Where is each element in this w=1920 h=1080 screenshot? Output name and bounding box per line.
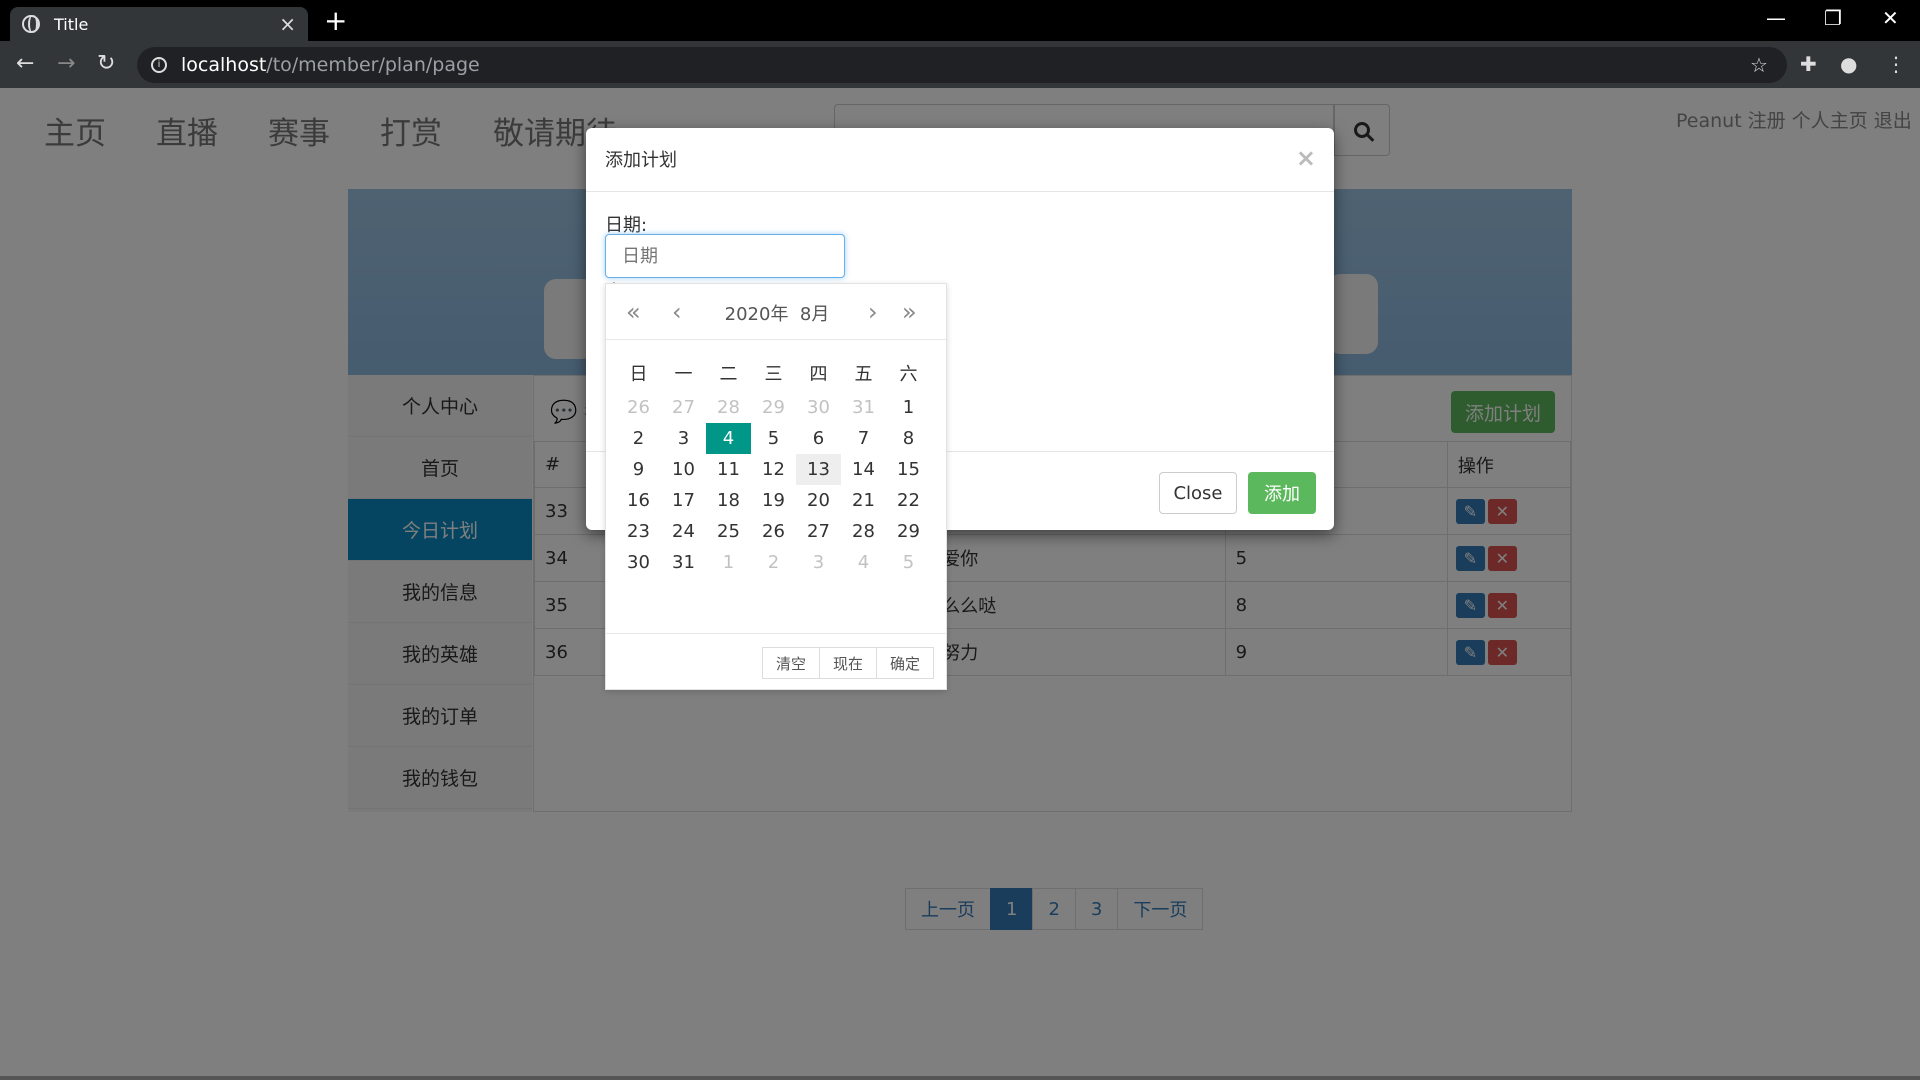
calendar-day[interactable]: 18 bbox=[706, 485, 751, 516]
calendar-day[interactable]: 2 bbox=[616, 423, 661, 454]
calendar-day[interactable]: 19 bbox=[751, 485, 796, 516]
calendar-day[interactable]: 25 bbox=[706, 516, 751, 547]
calendar-day[interactable]: 27 bbox=[796, 516, 841, 547]
calendar-day[interactable]: 2 bbox=[751, 547, 796, 578]
weekday-label: 四 bbox=[809, 364, 828, 385]
profile-icon[interactable]: ● bbox=[1840, 52, 1857, 76]
calendar-day[interactable]: 17 bbox=[661, 485, 706, 516]
calendar-day[interactable]: 28 bbox=[706, 392, 751, 423]
calendar-day[interactable]: 23 bbox=[616, 516, 661, 547]
tab-title: Title bbox=[54, 14, 89, 34]
weekday-label: 一 bbox=[674, 364, 693, 385]
picker-year[interactable]: 2020年 bbox=[725, 304, 789, 325]
info-icon[interactable]: i bbox=[151, 57, 167, 73]
day-grid: 26 27 28 29 30 31 1 2 3 4 5 6 7 8 9 10 11 12 13 14 15 16 17 18 1… bbox=[606, 392, 946, 578]
calendar-day[interactable]: 11 bbox=[706, 454, 751, 485]
calendar-day[interactable]: 26 bbox=[616, 392, 661, 423]
calendar-day[interactable]: 29 bbox=[751, 392, 796, 423]
calendar-day[interactable]: 30 bbox=[796, 392, 841, 423]
weekday-label: 三 bbox=[764, 364, 783, 385]
calendar-day[interactable]: 5 bbox=[886, 547, 931, 578]
calendar-day[interactable]: 5 bbox=[751, 423, 796, 454]
calendar-day[interactable]: 16 bbox=[616, 485, 661, 516]
calendar-day[interactable]: 3 bbox=[661, 423, 706, 454]
week-row: 23 24 25 26 27 28 29 bbox=[606, 516, 946, 547]
calendar-day[interactable]: 24 bbox=[661, 516, 706, 547]
calendar-day[interactable]: 10 bbox=[661, 454, 706, 485]
calendar-day[interactable]: 15 bbox=[886, 454, 931, 485]
week-row: 30 31 1 2 3 4 5 bbox=[606, 547, 946, 578]
menu-icon[interactable]: ⋮ bbox=[1886, 52, 1906, 76]
close-button[interactable]: Close bbox=[1159, 472, 1237, 514]
picker-confirm-button[interactable]: 确定 bbox=[875, 647, 934, 679]
minimize-icon[interactable]: — bbox=[1766, 6, 1786, 30]
calendar-day[interactable]: 31 bbox=[841, 392, 886, 423]
calendar-day[interactable]: 9 bbox=[616, 454, 661, 485]
week-row: 2345678 bbox=[606, 423, 946, 454]
calendar-day[interactable]: 12 bbox=[751, 454, 796, 485]
calendar-day[interactable]: 13 bbox=[796, 454, 841, 485]
calendar-day[interactable]: 3 bbox=[796, 547, 841, 578]
picker-clear-button[interactable]: 清空 bbox=[761, 647, 820, 679]
reload-icon[interactable]: ↻ bbox=[97, 51, 115, 76]
calendar-day[interactable]: 21 bbox=[841, 485, 886, 516]
picker-calendar: 日 一 二 三 四 五 六 26 27 28 29 30 31 1 2 3 4 5 6 7 8 9 10 11 1… bbox=[606, 340, 946, 578]
extensions-icon[interactable]: ✚ bbox=[1800, 52, 1817, 76]
calendar-day[interactable]: 6 bbox=[796, 423, 841, 454]
calendar-day[interactable]: 14 bbox=[841, 454, 886, 485]
bookmark-star-icon[interactable]: ☆ bbox=[1750, 53, 1768, 77]
weekday-label: 五 bbox=[854, 364, 873, 385]
calendar-day[interactable]: 7 bbox=[841, 423, 886, 454]
calendar-day[interactable]: 4 bbox=[841, 547, 886, 578]
browser-tabbar: Title × + — ❐ ✕ bbox=[0, 0, 1920, 41]
calendar-day[interactable]: 1 bbox=[886, 392, 931, 423]
url-host: localhost bbox=[181, 54, 267, 76]
calendar-day[interactable]: 22 bbox=[886, 485, 931, 516]
year-month: 2020年 8月 bbox=[606, 300, 948, 326]
week-row: 16 17 18 19 20 21 22 bbox=[606, 485, 946, 516]
back-icon[interactable]: ← bbox=[16, 51, 34, 76]
globe-icon bbox=[22, 15, 40, 33]
calendar-day[interactable]: 31 bbox=[661, 547, 706, 578]
next-year-icon[interactable]: » bbox=[902, 298, 917, 326]
picker-now-button[interactable]: 现在 bbox=[818, 647, 877, 679]
calendar-day[interactable]: 27 bbox=[661, 392, 706, 423]
new-tab-button[interactable]: + bbox=[324, 6, 347, 36]
calendar-day[interactable]: 8 bbox=[886, 423, 931, 454]
browser-tab[interactable]: Title × bbox=[10, 7, 308, 41]
date-picker: « ‹ 2020年 8月 › » 日 一 二 三 四 五 六 26 27 28 29 3… bbox=[605, 283, 947, 690]
calendar-day[interactable]: 4 bbox=[706, 423, 751, 454]
add-button[interactable]: 添加 bbox=[1248, 472, 1316, 514]
weekday-label: 二 bbox=[719, 364, 738, 385]
date-field[interactable] bbox=[605, 234, 845, 278]
weekday-row: 日 一 二 三 四 五 六 bbox=[606, 354, 946, 392]
weekday-label: 日 bbox=[629, 364, 648, 385]
picker-header: « ‹ 2020年 8月 › » bbox=[606, 284, 946, 340]
picker-month[interactable]: 8月 bbox=[800, 304, 829, 325]
calendar-day[interactable]: 28 bbox=[841, 516, 886, 547]
week-row: 26 27 28 29 30 31 1 bbox=[606, 392, 946, 423]
next-month-icon[interactable]: › bbox=[868, 298, 878, 326]
calendar-day[interactable]: 26 bbox=[751, 516, 796, 547]
modal-close-icon[interactable]: × bbox=[1296, 144, 1316, 172]
calendar-day[interactable]: 30 bbox=[616, 547, 661, 578]
week-row: 9 10 11 12 13 14 15 bbox=[606, 454, 946, 485]
taskbar-edge bbox=[0, 1076, 1920, 1080]
window-close-icon[interactable]: ✕ bbox=[1882, 6, 1899, 30]
calendar-day[interactable]: 1 bbox=[706, 547, 751, 578]
restore-icon[interactable]: ❐ bbox=[1824, 6, 1842, 30]
url-input[interactable]: i localhost/to/member/plan/page bbox=[137, 47, 1787, 83]
picker-footer: 清空 现在 确定 bbox=[606, 633, 946, 690]
forward-icon[interactable]: → bbox=[57, 51, 75, 76]
tab-close-icon[interactable]: × bbox=[279, 12, 296, 36]
url-path: /to/member/plan/page bbox=[266, 54, 480, 76]
modal-title: 添加计划 bbox=[605, 150, 677, 171]
calendar-day[interactable]: 20 bbox=[796, 485, 841, 516]
modal-header: 添加计划 × bbox=[586, 128, 1334, 192]
address-bar: ← → ↻ i localhost/to/member/plan/page ☆ … bbox=[0, 41, 1920, 88]
weekday-label: 六 bbox=[899, 364, 918, 385]
calendar-day[interactable]: 29 bbox=[886, 516, 931, 547]
